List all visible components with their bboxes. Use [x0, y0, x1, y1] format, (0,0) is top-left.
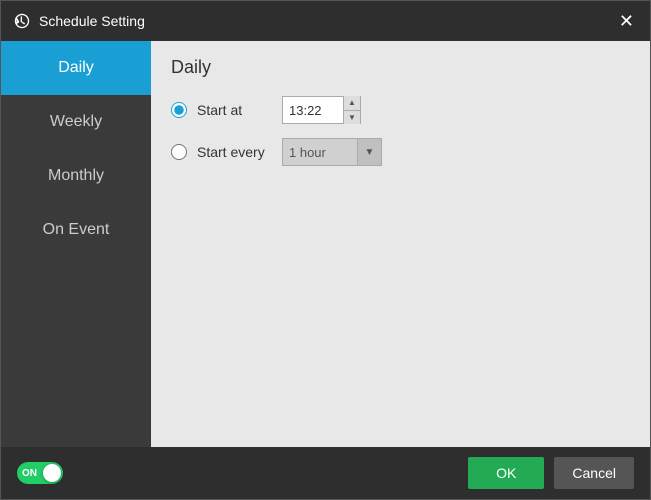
- spin-buttons: ▲ ▼: [343, 96, 360, 124]
- sidebar-item-weekly[interactable]: Weekly: [1, 95, 151, 149]
- toggle-thumb: [43, 464, 61, 482]
- interval-dropdown-wrapper: 1 hour 2 hours 3 hours 6 hours 12 hours …: [282, 138, 382, 166]
- start-at-label: Start at: [197, 102, 272, 118]
- start-every-radio[interactable]: [171, 144, 187, 160]
- content-area: Daily Weekly Monthly On Event Daily Star…: [1, 41, 650, 447]
- toggle-on-label: ON: [22, 468, 37, 479]
- schedule-icon: [13, 12, 31, 30]
- dropdown-arrow-icon: ▼: [357, 139, 381, 165]
- footer: ON OK Cancel: [1, 447, 650, 499]
- main-panel: Daily Start at ▲ ▼ Start every: [151, 41, 650, 447]
- start-every-row: Start every 1 hour 2 hours 3 hours 6 hou…: [171, 138, 630, 166]
- start-every-label: Start every: [197, 144, 272, 160]
- sidebar: Daily Weekly Monthly On Event: [1, 41, 151, 447]
- dialog-title: Schedule Setting: [39, 13, 145, 29]
- time-down-button[interactable]: ▼: [344, 110, 360, 125]
- time-up-button[interactable]: ▲: [344, 96, 360, 110]
- title-bar: Schedule Setting ✕: [1, 1, 650, 41]
- time-input-wrapper: ▲ ▼: [282, 96, 361, 124]
- sidebar-item-on-event[interactable]: On Event: [1, 203, 151, 257]
- cancel-button[interactable]: Cancel: [554, 457, 634, 489]
- time-input[interactable]: [283, 97, 343, 123]
- schedule-setting-dialog: Schedule Setting ✕ Daily Weekly Monthly …: [0, 0, 651, 500]
- main-title: Daily: [171, 57, 630, 78]
- start-at-radio[interactable]: [171, 102, 187, 118]
- on-off-toggle[interactable]: ON: [17, 462, 63, 484]
- close-button[interactable]: ✕: [615, 10, 638, 32]
- sidebar-item-monthly[interactable]: Monthly: [1, 149, 151, 203]
- interval-dropdown[interactable]: 1 hour 2 hours 3 hours 6 hours 12 hours: [283, 139, 357, 165]
- sidebar-item-daily[interactable]: Daily: [1, 41, 151, 95]
- toggle-wrapper[interactable]: ON: [17, 462, 63, 484]
- ok-button[interactable]: OK: [468, 457, 544, 489]
- footer-buttons: OK Cancel: [468, 457, 634, 489]
- title-bar-left: Schedule Setting: [13, 12, 145, 30]
- start-at-row: Start at ▲ ▼: [171, 96, 630, 124]
